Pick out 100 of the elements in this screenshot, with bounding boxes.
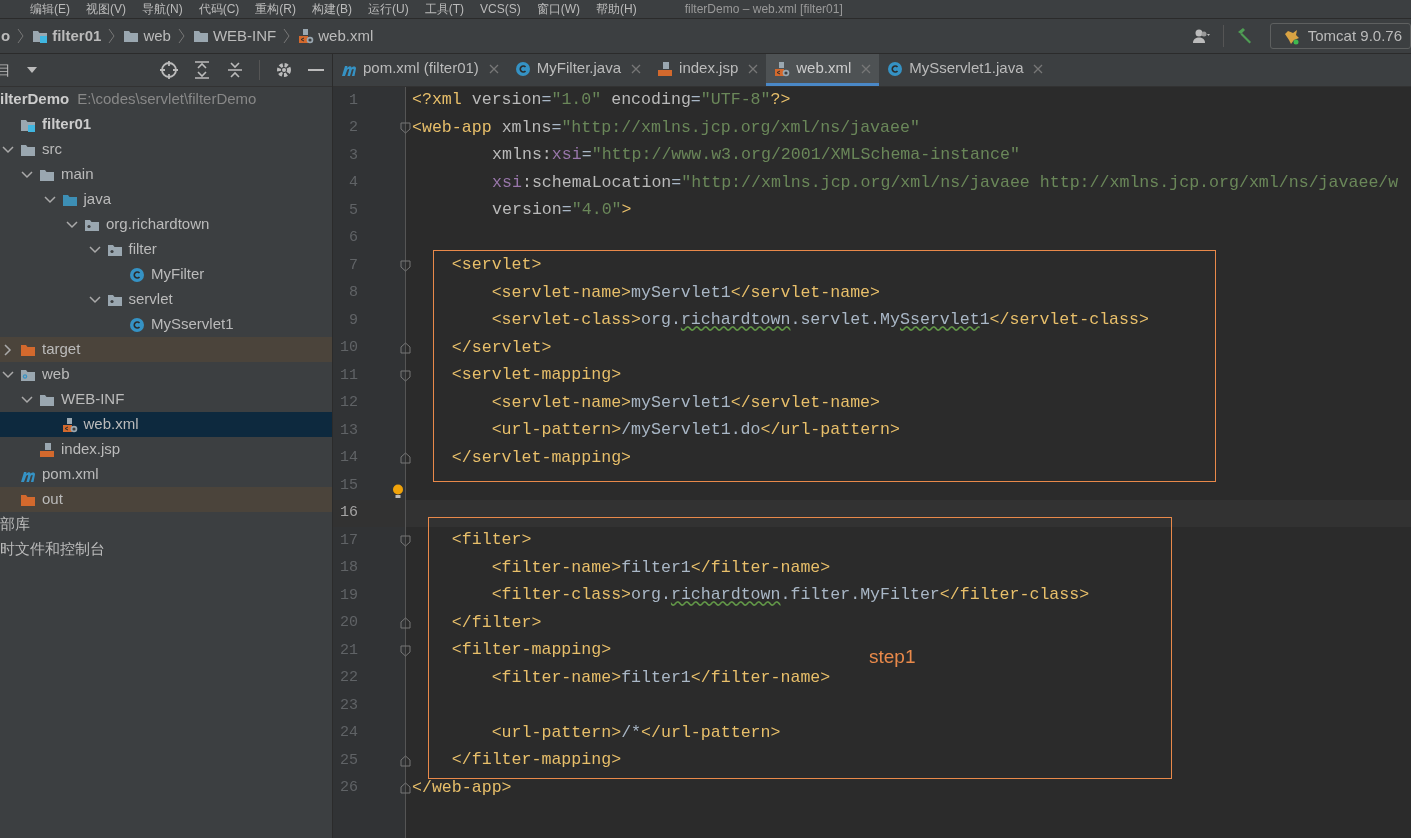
annotation-note: step1 <box>869 645 916 669</box>
tree-item[interactable]: main <box>0 162 332 187</box>
code-line: xsi:schemaLocation="http://xmlns.jcp.org/xml/ns/javaee http://xmlns.jcp.org/xml/ns/javaee/w <box>492 174 1399 192</box>
folder-icon <box>123 28 140 44</box>
chevron-icon <box>177 28 186 44</box>
fold-icon[interactable] <box>400 259 411 272</box>
menu-item[interactable]: 构建(B) <box>312 3 352 15</box>
tree-item[interactable]: servlet <box>0 287 332 312</box>
tree-item[interactable]: WEB-INF <box>0 387 332 412</box>
lightbulb-icon[interactable] <box>392 484 404 498</box>
tree-item[interactable]: java <box>0 187 332 212</box>
menu-item[interactable]: 视图(V) <box>86 3 126 15</box>
module-icon <box>32 28 49 44</box>
chevron-down-icon <box>88 243 101 256</box>
chevron-down-icon <box>88 293 101 306</box>
code-line: <servlet> <box>450 257 542 275</box>
tree-item[interactable]: src <box>0 137 332 162</box>
code-line: version="4.0"> <box>492 202 632 220</box>
tree-item[interactable]: web.xml <box>0 412 332 437</box>
tree-item[interactable]: pom.xml <box>0 462 332 487</box>
tree-item[interactable]: filter <box>0 237 332 262</box>
class-icon <box>887 60 904 77</box>
breadcrumb[interactable]: web.xml <box>298 24 374 48</box>
menu-item[interactable]: 帮助(H) <box>596 3 637 15</box>
caret-icon <box>27 67 37 73</box>
menu-item[interactable]: 工具(T) <box>424 3 464 15</box>
chevron-icon <box>283 28 292 44</box>
close-icon[interactable] <box>1033 63 1044 74</box>
menu-item[interactable]: 重构(R) <box>255 3 296 15</box>
breadcrumb[interactable]: WEB-INF <box>192 24 277 48</box>
locate-icon[interactable] <box>160 61 178 79</box>
chevron-down-icon <box>21 168 33 181</box>
fold-icon[interactable] <box>400 644 411 657</box>
fold-icon[interactable] <box>400 452 411 465</box>
code-line: <filter-name>filter1</filter-name> <box>490 669 831 687</box>
fold-icon[interactable] <box>400 754 411 767</box>
close-icon[interactable] <box>861 63 872 74</box>
editor-tab[interactable]: index.jsp <box>649 54 767 86</box>
breadcrumb[interactable]: filter01 <box>32 24 102 48</box>
folder-icon <box>192 28 209 44</box>
tree-item[interactable]: 部库 <box>0 512 332 537</box>
tree-item[interactable]: MySservlet1 <box>0 312 332 337</box>
xml-file-icon <box>774 60 791 77</box>
xml-file-icon <box>298 28 315 44</box>
editor-tab[interactable]: pom.xml (filter01) <box>333 54 507 86</box>
code-line: <servlet-class>org.richardtown.servlet.MySservlet1</servlet-class> <box>490 312 1149 330</box>
jsp-file-icon <box>657 60 674 77</box>
line-number: 16 <box>339 503 358 523</box>
code-line: <?xml version="1.0" encoding="UTF-8"?> <box>412 92 791 110</box>
breadcrumb[interactable]: web <box>123 24 171 48</box>
code-line: <filter> <box>450 532 532 550</box>
collapse-all-icon[interactable] <box>226 61 244 79</box>
code-line: </filter-mapping> <box>450 752 622 770</box>
menu-item[interactable]: 编辑(E) <box>30 3 70 15</box>
close-icon[interactable] <box>748 63 759 74</box>
code-line: <servlet-name>myServlet1</servlet-name> <box>490 284 881 302</box>
code-line: xmlns:xsi="http://www.w3.org/2001/XMLSchema-instance" <box>492 147 1020 165</box>
close-icon[interactable] <box>631 63 642 74</box>
chevron-down-icon <box>66 218 78 231</box>
tree-item[interactable]: filter01 <box>0 112 332 137</box>
tree-item[interactable]: ilterDemo E:\codes\servlet\filterDemo <box>0 87 332 112</box>
tree-item[interactable]: org.richardtown <box>0 212 332 237</box>
tree-item[interactable]: MyFilter <box>0 262 332 287</box>
chevron-down-icon <box>21 393 33 406</box>
tree-item[interactable]: web <box>0 362 332 387</box>
chevron-icon <box>108 28 117 44</box>
editor-tab[interactable]: web.xml <box>766 54 880 86</box>
user-icon <box>1191 28 1211 44</box>
class-icon <box>514 60 531 77</box>
fold-icon[interactable] <box>400 617 411 630</box>
jsp-file-icon <box>39 441 55 458</box>
xml-file-icon <box>61 416 78 433</box>
editor-tab[interactable]: MyFilter.java <box>506 54 650 86</box>
settings-icon[interactable] <box>275 61 293 79</box>
tree-item[interactable]: out <box>0 487 332 512</box>
tree-item[interactable]: index.jsp <box>0 437 332 462</box>
code-line: </web-app> <box>412 779 512 797</box>
fold-icon[interactable] <box>400 122 411 135</box>
menu-item[interactable]: 运行(U) <box>368 3 409 15</box>
code-line: </servlet-mapping> <box>450 449 632 467</box>
menu-item[interactable]: 代码(C) <box>198 3 240 15</box>
menu-item[interactable]: 导航(N) <box>142 3 183 15</box>
tree-item[interactable]: 时文件和控制台 <box>0 537 332 562</box>
tree-item[interactable]: target <box>0 337 332 362</box>
window-title: filterDemo – web.xml [filter01] <box>684 3 843 15</box>
menu-item[interactable]: 窗口(W) <box>536 3 580 15</box>
account-button[interactable] <box>1191 28 1211 44</box>
run-config-dropdown[interactable]: Tomcat 9.0.76 <box>1269 23 1411 49</box>
fold-icon[interactable] <box>400 782 411 795</box>
expand-all-icon[interactable] <box>193 61 211 79</box>
fold-icon[interactable] <box>400 369 411 382</box>
code-line: <filter-name>filter1</filter-name> <box>490 559 831 577</box>
breadcrumb[interactable]: o <box>1 24 11 48</box>
fold-icon[interactable] <box>400 534 411 547</box>
class-icon <box>129 316 145 333</box>
menu-item[interactable]: VCS(S) <box>480 3 521 15</box>
fold-icon[interactable] <box>400 342 411 355</box>
editor-tab[interactable]: MySservlet1.java <box>879 54 1052 86</box>
class-icon <box>129 266 145 283</box>
close-icon[interactable] <box>488 63 499 74</box>
